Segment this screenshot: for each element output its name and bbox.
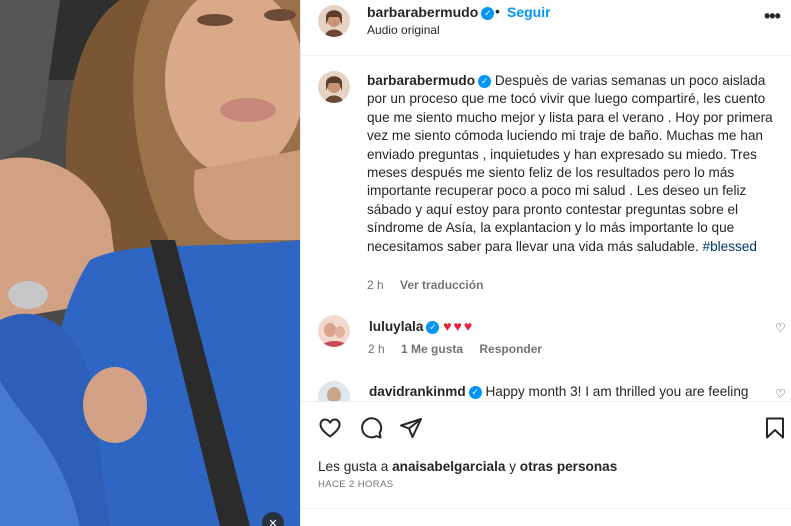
post-video[interactable]: ✕ — [0, 0, 300, 526]
caption-username[interactable]: barbarabermudo — [367, 73, 475, 88]
likes-middle: y — [509, 459, 517, 474]
likes-prefix: Les gusta a — [318, 459, 389, 474]
separator-dot: • — [495, 3, 500, 19]
comments-list[interactable]: barbarabermudo ✓ Despuès de varias semana… — [301, 57, 791, 401]
hashtag-link[interactable]: #blessed — [703, 239, 757, 254]
comment-text: davidrankinmd ✓ Happy month 3! I am thril… — [369, 384, 748, 399]
comment-text: luluylala ✓ ♥♥♥ — [369, 318, 474, 334]
comment-icon[interactable] — [359, 416, 383, 440]
bookmark-icon[interactable] — [764, 416, 786, 440]
video-frame-illustration — [0, 0, 300, 526]
comment-like-icon[interactable]: ♡ — [775, 321, 786, 335]
likes-summary: Les gusta a anaisabelgarciala y otras pe… — [318, 459, 617, 474]
share-icon[interactable] — [399, 416, 423, 440]
follow-button[interactable]: Seguir — [507, 4, 551, 20]
avatar[interactable] — [318, 315, 350, 347]
post-author-username[interactable]: barbarabermudo — [367, 4, 478, 20]
post-timestamp[interactable]: HACE 2 HORAS — [318, 479, 394, 490]
caption-meta: 2 h Ver traducción — [367, 278, 483, 292]
avatar-image — [318, 5, 350, 37]
audio-link[interactable]: Audio original — [367, 23, 440, 37]
post-header: barbarabermudo ✓ • Seguir Audio original … — [301, 0, 791, 56]
comment-meta: 2 h 1 Me gusta Responder — [368, 342, 542, 356]
comment-likes-count[interactable]: 1 Me gusta — [401, 342, 463, 356]
comment-username[interactable]: luluylala — [369, 319, 423, 334]
comment-like-icon[interactable]: ♡ — [775, 387, 786, 401]
add-comment-bar[interactable] — [301, 508, 791, 526]
comment-username[interactable]: davidrankinmd — [369, 384, 466, 399]
heart-icon[interactable] — [318, 416, 342, 440]
verified-badge-icon: ✓ — [426, 321, 440, 334]
avatar-image — [318, 381, 350, 401]
avatar-image — [318, 71, 350, 103]
avatar[interactable] — [318, 381, 350, 401]
caption-time[interactable]: 2 h — [367, 278, 384, 292]
post-details-panel: barbarabermudo ✓ • Seguir Audio original … — [300, 0, 791, 526]
post-actions: Les gusta a anaisabelgarciala y otras pe… — [301, 401, 791, 526]
comment-body: ♥♥♥ — [443, 318, 475, 334]
post-caption: barbarabermudo ✓ Despuès de varias semana… — [367, 72, 777, 256]
likes-user[interactable]: anaisabelgarciala — [392, 459, 505, 474]
verified-badge-icon: ✓ — [481, 7, 495, 20]
verified-badge-icon: ✓ — [478, 75, 492, 88]
more-horizontal-icon[interactable]: ••• — [764, 6, 781, 27]
translate-link[interactable]: Ver traducción — [400, 278, 483, 292]
likes-others[interactable]: otras personas — [520, 459, 617, 474]
verified-badge-icon: ✓ — [468, 386, 482, 399]
reply-button[interactable]: Responder — [479, 342, 542, 356]
caption-text: Despuès de varias semanas un poco aislad… — [367, 73, 773, 254]
post-author[interactable]: barbarabermudo ✓ — [367, 4, 495, 20]
comment-body: Happy month 3! I am thrilled you are fee… — [485, 384, 749, 399]
avatar-image — [318, 315, 350, 347]
avatar[interactable] — [318, 5, 350, 37]
comment-time[interactable]: 2 h — [368, 342, 385, 356]
avatar[interactable] — [318, 71, 350, 103]
